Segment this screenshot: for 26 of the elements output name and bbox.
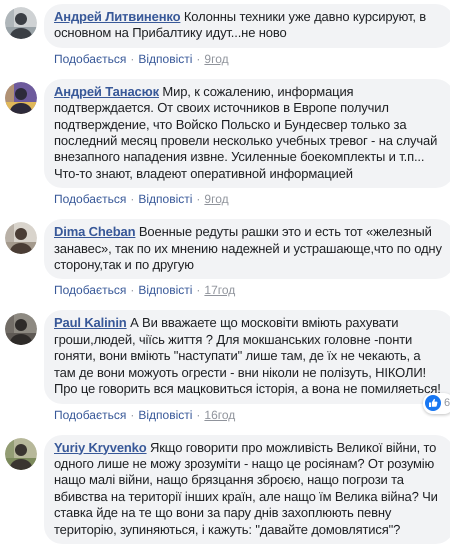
comment-text: Андрей Танасюк Мир, к сожалению, информация подтверждается. От своих источников в Европе получил подтверждение, что Войско Польско и Бундесвер только за последний месяц провели несколько учебных тревог - на случай внезапного нападения извне. Усиленные боекомплекты и т.п... Что-то знают, владеют оперативной информацией xyxy=(54,84,438,182)
separator-dot: · xyxy=(130,50,134,68)
author-link[interactable]: Андрей Танасюк xyxy=(54,84,159,99)
action-link[interactable]: Відповісті xyxy=(138,406,192,434)
author-link[interactable]: Андрей Литвиненко xyxy=(54,9,180,24)
comment-text: Андрей Литвиненко Колонны техники уже давно курсируют, в основном на Прибалтику идут...не ново xyxy=(54,9,427,42)
separator-dot: · xyxy=(196,282,200,300)
action-link[interactable]: Відповісті xyxy=(138,50,192,79)
action-link[interactable]: Подобається xyxy=(54,191,126,220)
author-link[interactable]: Yuriy Kryvenko xyxy=(54,440,147,454)
separator-dot: · xyxy=(196,406,200,424)
action-link[interactable]: Подобається xyxy=(54,282,126,310)
separator-dot: · xyxy=(130,282,134,300)
comment-text: Yuriy Kryvenko Якщо говорити про можливість Великої війни, то одного лише не можу зрозуміти - нащо це росіянам? От розумію нащо малі війни, нащо брязцання зброєю, нащо погрози та вбивства на території інших країн, але нащо їм Велика війна? Чи ставка йде на те що вони за пару днів захоплюють певну територію, зупиняються, і кажуть: "давайте домовлятися"? xyxy=(54,440,439,538)
separator-dot: · xyxy=(196,191,200,208)
action-link[interactable]: Подобається xyxy=(54,50,126,79)
comment-text: Dima Cheban Военные редуты рашки это и есть тот «железный занавес», так по их мнению надежней и устрашающе,что по одну сторону,так и по другую xyxy=(54,224,443,274)
separator-dot: · xyxy=(196,50,200,68)
like-icon xyxy=(425,395,441,412)
author-link[interactable]: Paul Kalinin xyxy=(54,315,127,330)
author-link[interactable]: Dima Cheban xyxy=(54,224,136,240)
action-link[interactable]: Подобається xyxy=(54,406,126,434)
action-link[interactable]: Відповісті xyxy=(138,191,192,220)
separator-dot: · xyxy=(130,406,134,424)
action-link[interactable]: Відповісті xyxy=(138,282,192,310)
separator-dot: · xyxy=(130,191,134,208)
